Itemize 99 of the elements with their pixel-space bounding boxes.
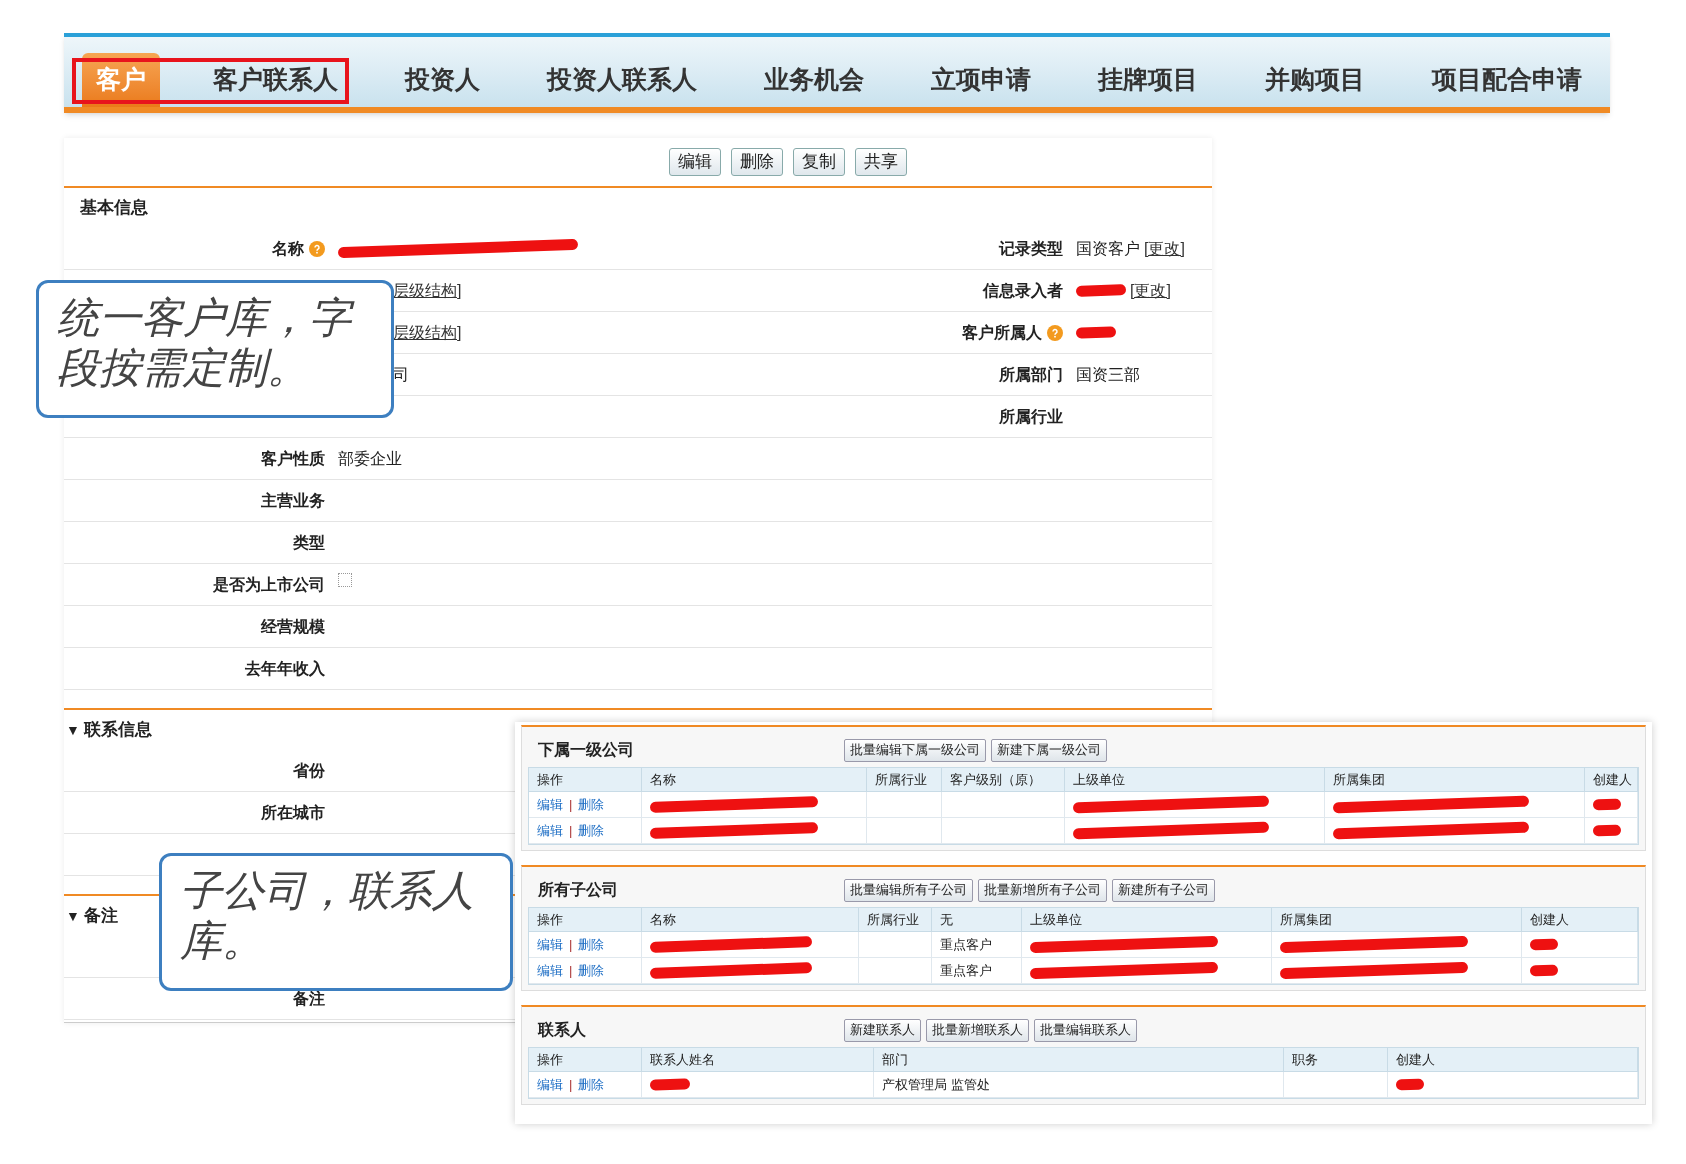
field-value: 国资客户	[1076, 238, 1140, 259]
redaction-mark	[1592, 798, 1622, 811]
column-header: 所属行业	[867, 768, 942, 791]
list-button[interactable]: 批量新增所有子公司	[978, 878, 1107, 902]
column-header: 部门	[874, 1048, 1284, 1071]
separator-text: |	[569, 795, 573, 814]
column-header: 操作	[529, 908, 642, 931]
table-cell-text: 产权管理局 监管处	[882, 1075, 990, 1094]
list-button[interactable]: 批量新增联系人	[926, 1018, 1029, 1042]
column-header: 创建人	[1522, 908, 1638, 931]
edit-link[interactable]: 编辑	[537, 794, 563, 815]
section-title: 基本信息	[80, 197, 148, 220]
nav-tab[interactable]: 客户联系人	[199, 53, 352, 107]
nav-tab[interactable]: 并购项目	[1251, 53, 1379, 107]
field-label: 名称	[272, 238, 304, 259]
delete-link[interactable]: 删除	[578, 960, 605, 981]
column-header: 联系人姓名	[642, 1048, 874, 1071]
column-header: 无	[932, 908, 1022, 931]
column-header: 所属行业	[859, 908, 932, 931]
separator-text: |	[569, 961, 573, 980]
nav-tab[interactable]: 项目配合申请	[1418, 53, 1596, 107]
checkbox[interactable]	[338, 572, 352, 587]
redaction-mark	[1395, 1078, 1425, 1091]
column-header: 客户级别（原）	[942, 768, 1065, 791]
list-button[interactable]: 批量编辑联系人	[1034, 1018, 1137, 1042]
list-button[interactable]: 批量编辑所有子公司	[844, 878, 973, 902]
column-header: 所属集团	[1272, 908, 1522, 931]
field-label: 信息录入者	[983, 280, 1063, 301]
column-header: 名称	[642, 908, 859, 931]
field-value: 部委企业	[338, 448, 402, 469]
column-header: 上级单位	[1065, 768, 1325, 791]
edit-link[interactable]: 编辑	[537, 934, 563, 955]
column-header: 创建人	[1388, 1048, 1638, 1071]
list-button[interactable]: 新建联系人	[844, 1018, 921, 1042]
redaction-mark	[1529, 964, 1559, 977]
column-header: 操作	[529, 1048, 642, 1071]
column-header: 创建人	[1585, 768, 1638, 791]
change-link[interactable]: [更改]	[1144, 236, 1185, 261]
field-label: 客户所属人	[962, 322, 1042, 343]
delete-link[interactable]: 删除	[578, 794, 605, 815]
list-title: 下属一级公司	[537, 740, 635, 760]
section-title: 联系信息	[83, 719, 152, 742]
toolbar-button[interactable]: 复制	[793, 148, 845, 176]
hierarchy-link[interactable]: 层级结构]	[393, 320, 462, 345]
column-header: 操作	[529, 768, 642, 791]
change-link[interactable]: [更改]	[1130, 278, 1171, 303]
edit-link[interactable]: 编辑	[537, 1074, 563, 1095]
separator-text: |	[569, 821, 573, 840]
nav-tab[interactable]: 投资人	[391, 53, 494, 107]
redaction-mark	[649, 1078, 691, 1091]
field-label: 类型	[293, 532, 325, 553]
nav-tab[interactable]: 业务机会	[750, 53, 878, 107]
list-button[interactable]: 批量编辑下属一级公司	[844, 738, 986, 762]
redaction-mark	[1075, 326, 1117, 339]
column-header: 所属集团	[1325, 768, 1585, 791]
callout-note: 子公司，联系人库。	[159, 853, 513, 991]
list-button[interactable]: 新建下属一级公司	[991, 738, 1107, 762]
toolbar-button[interactable]: 共享	[855, 148, 907, 176]
table-cell-text: 重点客户	[940, 961, 992, 980]
nav-tab[interactable]: 投资人联系人	[533, 53, 711, 107]
field-label: 省份	[293, 760, 325, 781]
field-label: 是否为上市公司	[213, 574, 325, 595]
field-value: 司	[393, 364, 409, 385]
field-label: 记录类型	[999, 238, 1063, 259]
redaction-mark	[1529, 938, 1559, 951]
field-label: 所在城市	[261, 802, 325, 823]
field-label: 经营规模	[261, 616, 325, 637]
field-label: 客户性质	[261, 448, 325, 469]
toolbar-button[interactable]: 删除	[731, 148, 783, 176]
callout-note: 统一客户库，字段按需定制。	[36, 280, 394, 418]
redaction-mark	[1075, 284, 1127, 297]
column-header: 名称	[642, 768, 867, 791]
collapse-toggle[interactable]: ▼	[66, 905, 80, 927]
nav-tab[interactable]: 挂牌项目	[1084, 53, 1212, 107]
field-label: 所属行业	[999, 406, 1063, 427]
column-header: 上级单位	[1022, 908, 1272, 931]
edit-link[interactable]: 编辑	[537, 960, 563, 981]
field-label: 主营业务	[261, 490, 325, 511]
section-title: 备注	[83, 905, 118, 928]
list-title: 所有子公司	[537, 880, 619, 900]
column-header: 职务	[1284, 1048, 1388, 1071]
field-label: 去年年收入	[245, 658, 325, 679]
delete-link[interactable]: 删除	[578, 1074, 605, 1095]
hierarchy-link[interactable]: 层级结构]	[393, 278, 462, 303]
collapse-toggle[interactable]: ▼	[66, 719, 80, 741]
list-title: 联系人	[537, 1020, 587, 1040]
delete-link[interactable]: 删除	[578, 934, 605, 955]
field-value: 国资三部	[1076, 364, 1140, 385]
list-button[interactable]: 新建所有子公司	[1112, 878, 1215, 902]
toolbar-button[interactable]: 编辑	[669, 148, 721, 176]
table-cell-text: 重点客户	[940, 935, 992, 954]
nav-tab[interactable]: 立项申请	[917, 53, 1045, 107]
separator-text: |	[569, 1075, 573, 1094]
separator-text: |	[569, 935, 573, 954]
field-label: 备注	[293, 988, 325, 1009]
field-label: 所属部门	[999, 364, 1063, 385]
edit-link[interactable]: 编辑	[537, 820, 563, 841]
redaction-mark	[1592, 824, 1622, 837]
delete-link[interactable]: 删除	[578, 820, 605, 841]
